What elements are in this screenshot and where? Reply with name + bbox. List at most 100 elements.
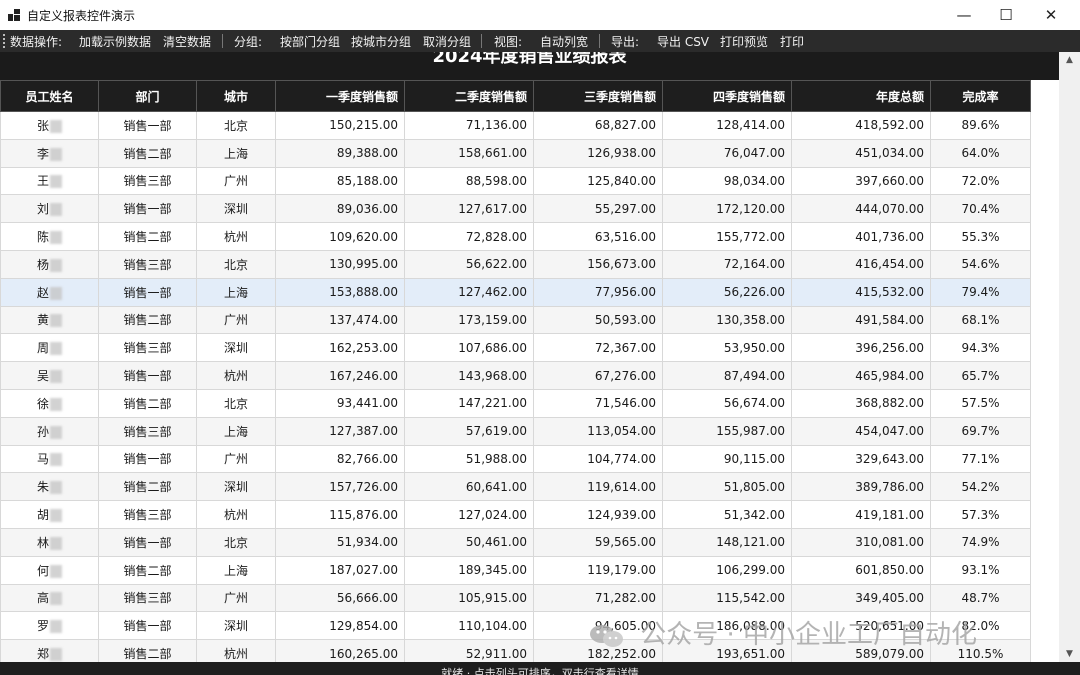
cell-city[interactable]: 深圳 xyxy=(196,194,276,224)
cell-q2[interactable]: 88,598.00 xyxy=(404,166,534,196)
cell-q1[interactable]: 167,246.00 xyxy=(275,361,405,390)
cell-name[interactable]: 张 xyxy=(0,111,99,140)
cell-q2[interactable]: 110,104.00 xyxy=(404,611,534,641)
cell-dept[interactable]: 销售二部 xyxy=(98,388,197,418)
cell-q4[interactable]: 128,414.00 xyxy=(662,111,792,140)
cell-city[interactable]: 深圳 xyxy=(196,333,276,363)
cell-q1[interactable]: 130,995.00 xyxy=(275,249,405,279)
cell-city[interactable]: 上海 xyxy=(196,555,276,585)
cell-q1[interactable]: 56,666.00 xyxy=(275,583,405,613)
column-header-q3[interactable]: 三季度销售额 xyxy=(533,80,663,112)
cell-rate[interactable]: 54.2% xyxy=(930,472,1031,502)
table-row[interactable]: 马 销售一部 广州 82,766.00 51,988.00 104,774.00 90,11… xyxy=(0,444,1031,474)
scroll-up-icon[interactable]: ▲ xyxy=(1059,52,1080,68)
cell-q2[interactable]: 127,024.00 xyxy=(404,500,534,529)
cell-q4[interactable]: 115,542.00 xyxy=(662,583,792,613)
cell-total[interactable]: 419,181.00 xyxy=(791,500,931,529)
cell-q1[interactable]: 129,854.00 xyxy=(275,611,405,641)
cell-total[interactable]: 416,454.00 xyxy=(791,249,931,279)
cell-q1[interactable]: 82,766.00 xyxy=(275,444,405,474)
cell-q4[interactable]: 51,342.00 xyxy=(662,500,792,529)
cell-city[interactable]: 深圳 xyxy=(196,611,276,641)
table-row[interactable]: 周 销售三部 深圳 162,253.00 107,686.00 72,367.00 53,9… xyxy=(0,333,1031,363)
clear-data-button[interactable]: 清空数据 xyxy=(163,33,211,50)
group-by-city-button[interactable]: 按城市分组 xyxy=(351,33,411,50)
cell-q4[interactable]: 53,950.00 xyxy=(662,333,792,363)
cell-rate[interactable]: 94.3% xyxy=(930,333,1031,363)
cell-rate[interactable]: 70.4% xyxy=(930,194,1031,224)
cell-q3[interactable]: 124,939.00 xyxy=(533,500,663,529)
table-row[interactable]: 高 销售三部 广州 56,666.00 105,915.00 71,282.00 115,5… xyxy=(0,583,1031,613)
table-row[interactable]: 何 销售二部 上海 187,027.00 189,345.00 119,179.00 106… xyxy=(0,555,1031,585)
cell-city[interactable]: 杭州 xyxy=(196,500,276,529)
cell-dept[interactable]: 销售二部 xyxy=(98,138,197,168)
cell-q2[interactable]: 105,915.00 xyxy=(404,583,534,613)
cell-q1[interactable]: 137,474.00 xyxy=(275,305,405,335)
cell-dept[interactable]: 销售二部 xyxy=(98,222,197,251)
cell-q3[interactable]: 59,565.00 xyxy=(533,527,663,557)
export-csv-button[interactable]: 导出 CSV xyxy=(657,33,709,50)
cell-q2[interactable]: 107,686.00 xyxy=(404,333,534,363)
group-by-dept-button[interactable]: 按部门分组 xyxy=(280,33,340,50)
column-header-name[interactable]: 员工姓名 xyxy=(0,80,99,112)
column-header-city[interactable]: 城市 xyxy=(196,80,276,112)
cell-city[interactable]: 北京 xyxy=(196,249,276,279)
cell-name[interactable]: 王 xyxy=(0,166,99,196)
cell-q2[interactable]: 50,461.00 xyxy=(404,527,534,557)
cell-q2[interactable]: 51,988.00 xyxy=(404,444,534,474)
cell-name[interactable]: 黄 xyxy=(0,305,99,335)
column-header-q4[interactable]: 四季度销售额 xyxy=(662,80,792,112)
cell-city[interactable]: 北京 xyxy=(196,527,276,557)
cell-q3[interactable]: 67,276.00 xyxy=(533,361,663,390)
cell-q2[interactable]: 158,661.00 xyxy=(404,138,534,168)
table-row[interactable]: 李 销售二部 上海 89,388.00 158,661.00 126,938.00 76,0… xyxy=(0,138,1031,168)
cell-name[interactable]: 罗 xyxy=(0,611,99,641)
cell-name[interactable]: 马 xyxy=(0,444,99,474)
cell-name[interactable]: 吴 xyxy=(0,361,99,390)
cell-q1[interactable]: 109,620.00 xyxy=(275,222,405,251)
cell-city[interactable]: 深圳 xyxy=(196,472,276,502)
cell-q4[interactable]: 98,034.00 xyxy=(662,166,792,196)
cell-q1[interactable]: 162,253.00 xyxy=(275,333,405,363)
auto-column-width-button[interactable]: 自动列宽 xyxy=(540,33,588,50)
cell-q2[interactable]: 60,641.00 xyxy=(404,472,534,502)
cell-city[interactable]: 杭州 xyxy=(196,639,276,662)
cell-q2[interactable]: 143,968.00 xyxy=(404,361,534,390)
cell-rate[interactable]: 79.4% xyxy=(930,277,1031,307)
cell-name[interactable]: 周 xyxy=(0,333,99,363)
cell-dept[interactable]: 销售二部 xyxy=(98,639,197,662)
cell-q4[interactable]: 76,047.00 xyxy=(662,138,792,168)
cell-rate[interactable]: 74.9% xyxy=(930,527,1031,557)
column-header-rate[interactable]: 完成率 xyxy=(930,80,1031,112)
cell-total[interactable]: 401,736.00 xyxy=(791,222,931,251)
cell-q1[interactable]: 187,027.00 xyxy=(275,555,405,585)
cell-dept[interactable]: 销售三部 xyxy=(98,500,197,529)
cell-dept[interactable]: 销售一部 xyxy=(98,111,197,140)
cell-name[interactable]: 李 xyxy=(0,138,99,168)
cell-dept[interactable]: 销售一部 xyxy=(98,194,197,224)
scroll-down-icon[interactable]: ▼ xyxy=(1059,646,1080,662)
cell-total[interactable]: 310,081.00 xyxy=(791,527,931,557)
cell-total[interactable]: 454,047.00 xyxy=(791,416,931,446)
print-button[interactable]: 打印 xyxy=(780,33,804,50)
cell-name[interactable]: 朱 xyxy=(0,472,99,502)
cell-rate[interactable]: 93.1% xyxy=(930,555,1031,585)
cell-q4[interactable]: 90,115.00 xyxy=(662,444,792,474)
cell-q2[interactable]: 52,911.00 xyxy=(404,639,534,662)
cell-dept[interactable]: 销售二部 xyxy=(98,305,197,335)
table-row[interactable]: 胡 销售三部 杭州 115,876.00 127,024.00 124,939.00 51,… xyxy=(0,500,1031,529)
cell-q4[interactable]: 155,772.00 xyxy=(662,222,792,251)
cell-q4[interactable]: 130,358.00 xyxy=(662,305,792,335)
cell-total[interactable]: 397,660.00 xyxy=(791,166,931,196)
cell-rate[interactable]: 69.7% xyxy=(930,416,1031,446)
cell-rate[interactable]: 89.6% xyxy=(930,111,1031,140)
cell-q1[interactable]: 160,265.00 xyxy=(275,639,405,662)
table-row[interactable]: 王 销售三部 广州 85,188.00 88,598.00 125,840.00 98,03… xyxy=(0,166,1031,196)
cell-q2[interactable]: 127,462.00 xyxy=(404,277,534,307)
cell-q3[interactable]: 119,179.00 xyxy=(533,555,663,585)
maximize-button[interactable]: ☐ xyxy=(983,0,1029,30)
cell-name[interactable]: 赵 xyxy=(0,277,99,307)
cell-total[interactable]: 396,256.00 xyxy=(791,333,931,363)
cell-city[interactable]: 广州 xyxy=(196,166,276,196)
cell-q3[interactable]: 126,938.00 xyxy=(533,138,663,168)
